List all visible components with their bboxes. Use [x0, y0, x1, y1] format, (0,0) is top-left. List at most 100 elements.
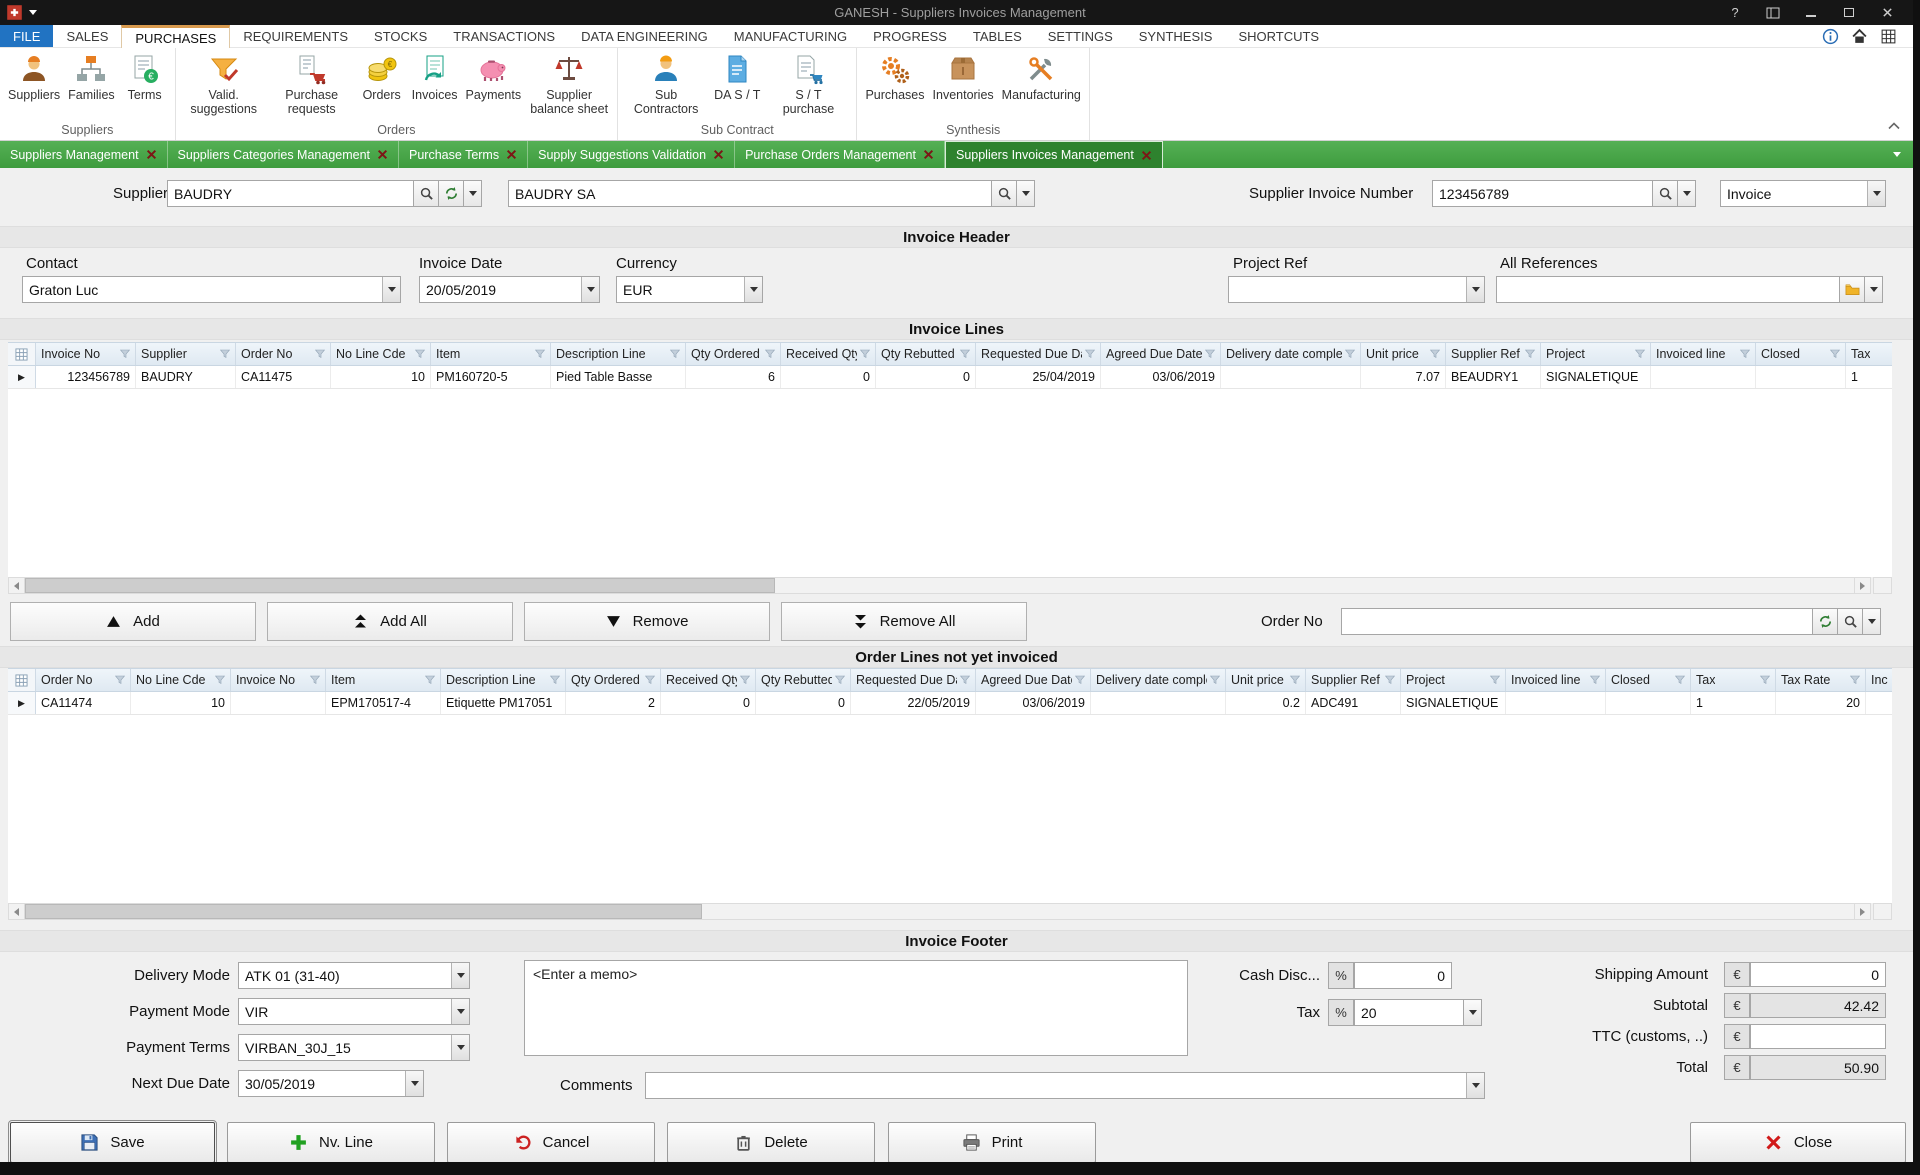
column-header-requested-due-date[interactable]: Requested Due Date — [851, 669, 976, 691]
select-all-cell[interactable] — [8, 669, 36, 691]
menu-item-purchases[interactable]: PURCHASES — [121, 25, 230, 48]
filter-icon[interactable] — [1075, 675, 1085, 685]
tab-close-icon[interactable] — [1141, 150, 1152, 161]
ribbon-button-payments[interactable]: Payments — [462, 50, 526, 105]
filter-icon[interactable] — [1590, 675, 1600, 685]
column-header-invoiced-line[interactable]: Invoiced line — [1506, 669, 1606, 691]
tab-list-dropdown[interactable] — [1893, 141, 1913, 168]
all-references-input[interactable] — [1496, 276, 1840, 303]
scrollbar-track[interactable] — [25, 577, 1854, 594]
filter-icon[interactable] — [1290, 675, 1300, 685]
chevron-down-icon[interactable] — [1466, 1073, 1484, 1098]
scroll-left-button[interactable] — [8, 577, 25, 594]
filter-icon[interactable] — [960, 675, 970, 685]
filter-icon[interactable] — [1675, 675, 1685, 685]
tab-close-icon[interactable] — [146, 149, 157, 160]
column-header-item[interactable]: Item — [431, 343, 551, 365]
filter-icon[interactable] — [120, 349, 130, 359]
column-header-no-line-cde[interactable]: No Line Cde — [131, 669, 231, 691]
filter-icon[interactable] — [1490, 675, 1500, 685]
ribbon-button-valid-suggestions[interactable]: Valid. suggestions — [180, 50, 268, 119]
filter-icon[interactable] — [220, 349, 230, 359]
chevron-down-icon[interactable] — [581, 277, 599, 302]
column-header-project[interactable]: Project — [1541, 343, 1651, 365]
filter-icon[interactable] — [670, 349, 680, 359]
document-type-combo[interactable]: Invoice — [1720, 180, 1886, 207]
column-header-requested-due-date[interactable]: Requested Due Date — [976, 343, 1101, 365]
filter-icon[interactable] — [835, 675, 845, 685]
order-no-input[interactable] — [1341, 608, 1813, 635]
info-icon[interactable] — [1822, 28, 1839, 45]
tax-rate-dropdown-button[interactable] — [1463, 999, 1482, 1026]
filter-icon[interactable] — [115, 675, 125, 685]
filter-icon[interactable] — [1635, 349, 1645, 359]
menu-item-sales[interactable]: SALES — [53, 25, 121, 47]
new-line-button[interactable]: Nv. Line — [227, 1122, 435, 1163]
scroll-right-button[interactable] — [1854, 577, 1871, 594]
filter-icon[interactable] — [425, 675, 435, 685]
column-header-unit-price[interactable]: Unit price — [1226, 669, 1306, 691]
column-header-tax-rate[interactable]: Tax Rate — [1776, 669, 1866, 691]
menu-item-requirements[interactable]: REQUIREMENTS — [230, 25, 361, 47]
ribbon-button-orders[interactable]: €Orders — [356, 50, 408, 105]
menu-item-synthesis[interactable]: SYNTHESIS — [1126, 25, 1226, 47]
ribbon-button-manufacturing[interactable]: Manufacturing — [998, 50, 1085, 105]
row-selector[interactable]: ▶ — [8, 366, 36, 388]
all-references-browse-button[interactable] — [1839, 276, 1865, 303]
ttc-input[interactable] — [1750, 1024, 1886, 1049]
tab-suppliers-invoices-management[interactable]: Suppliers Invoices Management — [945, 141, 1163, 168]
column-header-agreed-due-date[interactable]: Agreed Due Date — [1101, 343, 1221, 365]
chevron-down-icon[interactable] — [744, 277, 762, 302]
invoice-number-search-button[interactable] — [1652, 180, 1678, 207]
table-row[interactable]: ▶123456789BAUDRYCA1147510PM160720-5Pied … — [8, 366, 1892, 389]
column-header-qty-rebutted[interactable]: Qty Rebutted — [756, 669, 851, 691]
close-window-button[interactable] — [1868, 0, 1906, 25]
ribbon-button-invoices[interactable]: Invoices — [408, 50, 462, 105]
menu-item-shortcuts[interactable]: SHORTCUTS — [1225, 25, 1332, 47]
currency-combo[interactable]: EUR — [616, 276, 763, 303]
ribbon-button-terms[interactable]: €Terms — [119, 50, 171, 105]
filter-icon[interactable] — [1430, 349, 1440, 359]
supplier-name-dropdown-button[interactable] — [1016, 180, 1035, 207]
delete-button[interactable]: Delete — [667, 1122, 875, 1163]
filter-icon[interactable] — [550, 675, 560, 685]
scrollbar-track[interactable] — [25, 903, 1854, 920]
column-header-no-line-cde[interactable]: No Line Cde — [331, 343, 431, 365]
filter-icon[interactable] — [1345, 349, 1355, 359]
close-button[interactable]: Close — [1690, 1122, 1906, 1163]
column-header-tax[interactable]: Tax — [1846, 343, 1892, 365]
column-header-received-qty[interactable]: Received Qty — [661, 669, 756, 691]
tax-rate-input[interactable]: 20 — [1354, 999, 1464, 1026]
column-header-delivery-date-completed[interactable]: Delivery date completed — [1091, 669, 1226, 691]
invoice-number-dropdown-button[interactable] — [1677, 180, 1696, 207]
column-header-supplier-ref[interactable]: Supplier Ref — [1446, 343, 1541, 365]
filter-icon[interactable] — [1740, 349, 1750, 359]
ribbon-collapse-button[interactable] — [1884, 118, 1904, 134]
filter-icon[interactable] — [1385, 675, 1395, 685]
supplier-refresh-button[interactable] — [438, 180, 464, 207]
tab-close-icon[interactable] — [506, 149, 517, 160]
ribbon-button-supplier-balance-sheet[interactable]: Supplier balance sheet — [525, 50, 613, 119]
chevron-down-icon[interactable] — [451, 1035, 469, 1060]
filter-icon[interactable] — [315, 349, 325, 359]
table-row[interactable]: ▶CA1147410EPM170517-4Etiquette PM1705120… — [8, 692, 1892, 715]
ribbon-button-purchases[interactable]: Purchases — [861, 50, 928, 105]
add-all-button[interactable]: Add All — [267, 602, 513, 641]
menu-item-file[interactable]: FILE — [0, 25, 53, 47]
menu-item-stocks[interactable]: STOCKS — [361, 25, 440, 47]
contact-combo[interactable]: Graton Luc — [22, 276, 401, 303]
invoice-date-picker[interactable]: 20/05/2019 — [419, 276, 600, 303]
filter-icon[interactable] — [1830, 349, 1840, 359]
horizontal-scrollbar[interactable] — [8, 577, 1892, 594]
column-header-description-line[interactable]: Description Line — [551, 343, 686, 365]
chevron-down-icon[interactable] — [1466, 277, 1484, 302]
ribbon-button-sub-contractors[interactable]: Sub Contractors — [622, 50, 710, 119]
supplier-search-button[interactable] — [413, 180, 439, 207]
filter-icon[interactable] — [1205, 349, 1215, 359]
filter-icon[interactable] — [535, 349, 545, 359]
remove-all-button[interactable]: Remove All — [781, 602, 1027, 641]
column-header-supplier-ref[interactable]: Supplier Ref — [1306, 669, 1401, 691]
add-button[interactable]: Add — [10, 602, 256, 641]
cancel-button[interactable]: Cancel — [447, 1122, 655, 1163]
column-header-item[interactable]: Item — [326, 669, 441, 691]
